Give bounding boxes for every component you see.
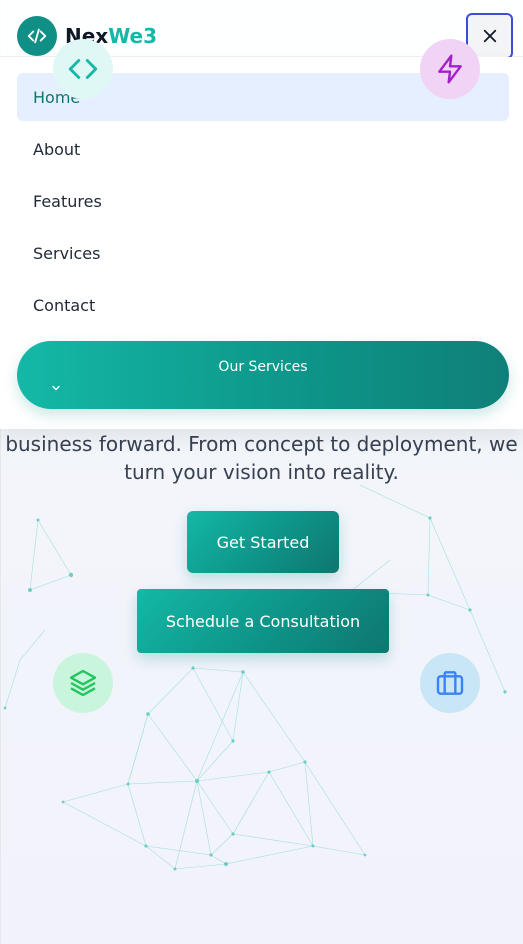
get-started-button[interactable]: Get Started: [187, 511, 339, 573]
hero-description-line-1: business forward. From concept to deploy…: [5, 432, 518, 456]
chevron-down-icon: [50, 379, 62, 398]
bolt-icon: [420, 39, 480, 99]
menu-item-label: Services: [33, 243, 101, 263]
schedule-consultation-button[interactable]: Schedule a Consultation: [137, 589, 389, 653]
logo-badge[interactable]: [17, 16, 57, 56]
mobile-menu: Home About Features Services Contact Our…: [0, 57, 523, 429]
menu-item-services[interactable]: Services: [17, 229, 509, 277]
menu-item-features[interactable]: Features: [17, 177, 509, 225]
hero-description-line-2: turn your vision into reality.: [124, 460, 399, 484]
menu-item-contact[interactable]: Contact: [17, 281, 509, 329]
our-services-dropdown-button[interactable]: Our Services: [17, 341, 509, 409]
briefcase-icon: [420, 653, 480, 713]
code-icon: [53, 39, 113, 99]
our-services-label: Our Services: [218, 359, 308, 375]
menu-item-about[interactable]: About: [17, 125, 509, 173]
hero-description: business forward. From concept to deploy…: [0, 430, 523, 486]
menu-item-label: Features: [33, 191, 102, 211]
layers-icon: [53, 653, 113, 713]
brand-name-part-2: We3: [108, 24, 158, 48]
menu-item-label: Contact: [33, 295, 96, 315]
menu-item-label: About: [33, 139, 81, 159]
close-icon: [483, 29, 496, 43]
code-brackets-icon: [27, 28, 47, 44]
